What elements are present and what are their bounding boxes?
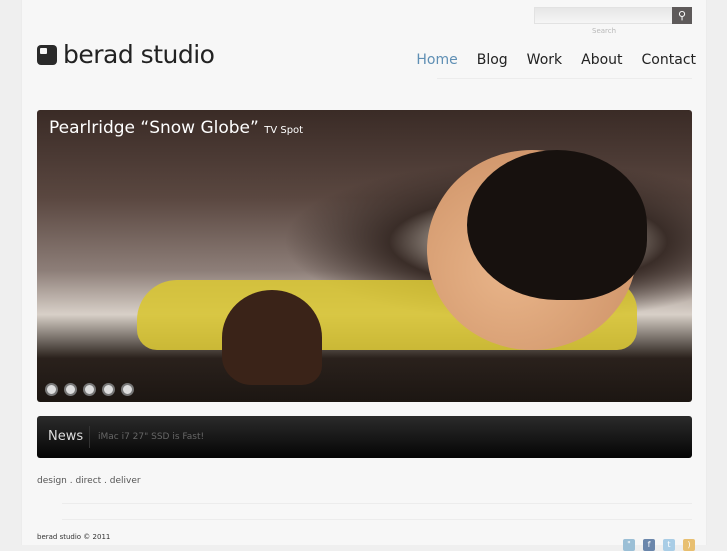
- divider: [62, 503, 692, 504]
- main-nav: Home Blog Work About Contact: [416, 52, 696, 68]
- slide-dot-5[interactable]: [121, 383, 134, 396]
- copyright: berad studio © 2011: [37, 533, 111, 541]
- slide-image-hair: [467, 150, 647, 300]
- search-label: Search: [592, 27, 617, 35]
- nav-blog[interactable]: Blog: [477, 52, 508, 68]
- page: ⚲ Search berad studio Home Blog Work Abo…: [21, 0, 707, 551]
- news-divider: [89, 426, 90, 448]
- logo-text: berad studio: [63, 40, 215, 69]
- slider-pagination: [45, 383, 134, 396]
- nav-divider: [437, 78, 692, 79]
- facebook-icon[interactable]: f: [643, 539, 655, 551]
- slide-dot-3[interactable]: [83, 383, 96, 396]
- slide-dot-1[interactable]: [45, 383, 58, 396]
- search-button[interactable]: ⚲: [672, 7, 692, 24]
- featured-slider[interactable]: Pearlridge “Snow Globe” TV Spot: [37, 110, 692, 402]
- search-icon: ⚲: [677, 9, 687, 22]
- slide-dot-2[interactable]: [64, 383, 77, 396]
- nav-home[interactable]: Home: [416, 52, 457, 68]
- logo-icon: [37, 44, 57, 65]
- slide-image-mammoth: [222, 290, 322, 385]
- slide-subtitle: TV Spot: [264, 125, 304, 136]
- delicious-icon[interactable]: ": [623, 539, 635, 551]
- logo[interactable]: berad studio: [37, 40, 215, 69]
- twitter-icon[interactable]: t: [663, 539, 675, 551]
- news-ticker: News iMac i7 27" SSD is Fast!: [37, 416, 692, 458]
- tagline: design . direct . deliver: [37, 476, 141, 486]
- slide-title-text: Pearlridge “Snow Globe”: [49, 118, 259, 138]
- nav-work[interactable]: Work: [527, 52, 562, 68]
- news-label: News: [48, 429, 84, 444]
- rss-icon[interactable]: ): [683, 539, 695, 551]
- search-input[interactable]: [534, 7, 692, 24]
- social-links: " f t ): [623, 539, 695, 551]
- nav-about[interactable]: About: [581, 52, 622, 68]
- slide-title[interactable]: Pearlridge “Snow Globe” TV Spot: [49, 118, 303, 138]
- divider: [62, 519, 692, 520]
- slide-dot-4[interactable]: [102, 383, 115, 396]
- nav-contact[interactable]: Contact: [642, 52, 696, 68]
- news-headline[interactable]: iMac i7 27" SSD is Fast!: [98, 432, 204, 442]
